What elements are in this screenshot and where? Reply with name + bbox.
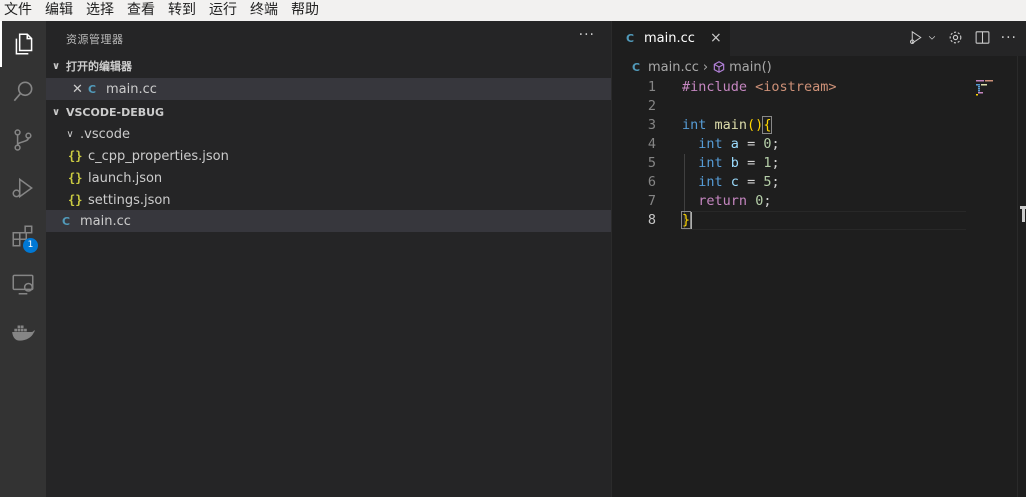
line-number: 8 bbox=[647, 212, 656, 228]
explorer-button[interactable] bbox=[0, 21, 46, 67]
file-label: main.cc bbox=[80, 213, 131, 229]
line-number: 7 bbox=[647, 193, 656, 209]
chevron-down-icon[interactable] bbox=[927, 29, 937, 46]
menu-help[interactable]: 帮助 bbox=[291, 0, 319, 21]
line-number: 3 bbox=[647, 117, 656, 133]
editor-group: C main.cc × ··· C main.cc › main() 1 #in… bbox=[611, 21, 1026, 497]
symbol-method-icon bbox=[713, 61, 725, 73]
source-control-icon bbox=[14, 129, 32, 151]
docker-button[interactable] bbox=[0, 309, 46, 355]
split-editor-icon[interactable] bbox=[974, 29, 991, 46]
menu-bar: 文件 编辑 选择 查看 转到 运行 终端 帮助 bbox=[0, 0, 1026, 21]
code-line: 6 int c = 5; bbox=[612, 173, 972, 192]
code-line: 2 bbox=[612, 97, 972, 116]
folder-label: .vscode bbox=[80, 126, 130, 142]
folder-vscode[interactable]: ∨ .vscode bbox=[46, 123, 611, 145]
code-line: 4 int a = 0; bbox=[612, 135, 972, 154]
minimap-preview bbox=[976, 80, 993, 96]
search-button[interactable] bbox=[0, 69, 46, 115]
code-line: 3 int main(){ bbox=[612, 116, 972, 135]
editor-actions: ··· bbox=[908, 29, 1017, 46]
chevron-down-icon: ∨ bbox=[51, 106, 61, 118]
explorer-sidebar: 资源管理器 ··· ∨ 打开的编辑器 ✕ C main.cc ∨ VSCODE-… bbox=[46, 21, 611, 497]
code-line: 1 #include <iostream> bbox=[612, 78, 972, 97]
docker-icon bbox=[12, 325, 35, 341]
source-control-button[interactable] bbox=[0, 117, 46, 163]
more-actions-icon[interactable]: ··· bbox=[1001, 30, 1017, 46]
open-editors-section[interactable]: ∨ 打开的编辑器 bbox=[46, 55, 611, 77]
explorer-icon bbox=[15, 33, 33, 55]
code-line: 7 return 0; bbox=[612, 192, 972, 211]
minimap[interactable] bbox=[972, 78, 1017, 497]
menu-file[interactable]: 文件 bbox=[4, 0, 32, 21]
sidebar-title: 资源管理器 bbox=[66, 33, 124, 46]
sidebar-header: 资源管理器 ··· bbox=[46, 21, 611, 55]
menu-selection[interactable]: 选择 bbox=[86, 0, 114, 21]
menu-view[interactable]: 查看 bbox=[127, 0, 155, 21]
line-number: 4 bbox=[647, 136, 656, 152]
close-icon[interactable]: ✕ bbox=[72, 82, 88, 97]
search-icon bbox=[13, 81, 33, 102]
tab-label: main.cc bbox=[644, 31, 695, 46]
cpp-file-icon: C bbox=[626, 32, 635, 45]
text-cursor bbox=[690, 211, 693, 229]
run-debug-button[interactable] bbox=[0, 165, 46, 211]
tab-main-cc[interactable]: C main.cc × bbox=[612, 21, 730, 56]
breadcrumb-symbol[interactable]: main() bbox=[729, 60, 772, 75]
close-icon[interactable]: × bbox=[710, 30, 722, 46]
file-label: c_cpp_properties.json bbox=[88, 148, 229, 164]
file-item[interactable]: {} launch.json bbox=[46, 167, 611, 189]
gear-icon[interactable] bbox=[947, 29, 964, 46]
menu-edit[interactable]: 编辑 bbox=[45, 0, 73, 21]
run-debug-icon[interactable] bbox=[908, 29, 925, 46]
vertical-scrollbar[interactable] bbox=[1017, 56, 1026, 497]
run-debug-icon bbox=[12, 177, 33, 199]
file-item[interactable]: {} c_cpp_properties.json bbox=[46, 145, 611, 167]
tab-bar: C main.cc × ··· bbox=[612, 21, 1026, 56]
open-editors-label: 打开的编辑器 bbox=[66, 60, 132, 73]
json-file-icon: {} bbox=[68, 171, 83, 185]
cpp-file-icon: C bbox=[62, 214, 71, 228]
file-label: settings.json bbox=[88, 192, 171, 208]
more-actions-icon[interactable]: ··· bbox=[579, 27, 595, 43]
menu-terminal[interactable]: 终端 bbox=[250, 0, 278, 21]
chevron-right-icon: › bbox=[702, 59, 709, 75]
cpp-file-icon: C bbox=[88, 82, 97, 96]
activity-bar: 1 bbox=[0, 21, 46, 497]
json-file-icon: {} bbox=[68, 193, 83, 207]
open-editor-item[interactable]: ✕ C main.cc bbox=[46, 78, 611, 100]
open-editor-label: main.cc bbox=[106, 81, 157, 97]
chevron-down-icon: ∨ bbox=[66, 128, 74, 140]
extensions-button[interactable]: 1 bbox=[0, 213, 46, 259]
line-number: 2 bbox=[647, 98, 656, 114]
breadcrumb-file[interactable]: main.cc bbox=[648, 60, 699, 75]
remote-explorer-icon bbox=[12, 274, 34, 295]
json-file-icon: {} bbox=[68, 149, 83, 163]
current-line-highlight bbox=[682, 211, 966, 230]
workspace-section[interactable]: ∨ VSCODE-DEBUG bbox=[46, 101, 611, 123]
chevron-down-icon: ∨ bbox=[51, 60, 61, 72]
line-number: 5 bbox=[647, 155, 656, 171]
menu-go[interactable]: 转到 bbox=[168, 0, 196, 21]
remote-explorer-button[interactable] bbox=[0, 261, 46, 307]
file-item-main[interactable]: C main.cc bbox=[46, 210, 611, 232]
code-line: 5 int b = 1; bbox=[612, 154, 972, 173]
line-number: 6 bbox=[647, 174, 656, 190]
breadcrumb: C main.cc › main() bbox=[612, 56, 1026, 78]
code-editor[interactable]: 1 #include <iostream> 2 3 int main(){ 4 in… bbox=[612, 78, 972, 230]
file-item[interactable]: {} settings.json bbox=[46, 189, 611, 211]
extensions-badge: 1 bbox=[23, 238, 38, 253]
line-number: 1 bbox=[647, 79, 656, 95]
cpp-file-icon: C bbox=[632, 60, 641, 74]
scrollbar-cursor-stem bbox=[1022, 209, 1025, 222]
menu-run[interactable]: 运行 bbox=[209, 0, 237, 21]
workspace-label: VSCODE-DEBUG bbox=[66, 105, 165, 119]
file-label: launch.json bbox=[88, 170, 163, 186]
